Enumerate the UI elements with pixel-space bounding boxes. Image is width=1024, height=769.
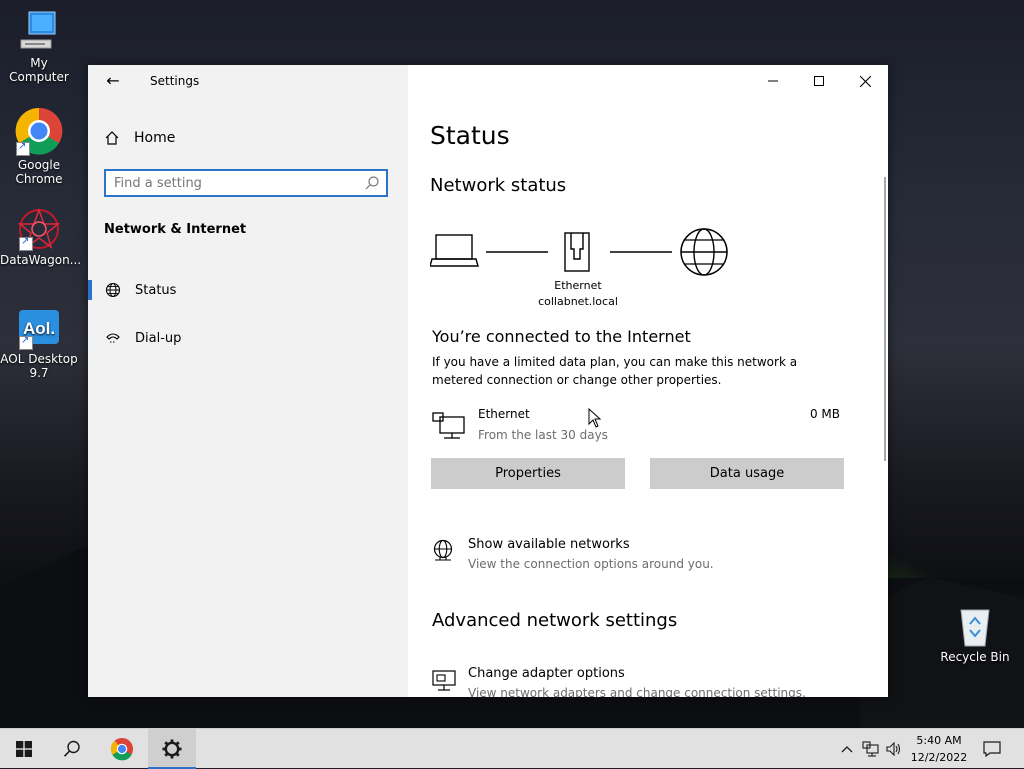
- phone-icon: [106, 333, 120, 343]
- shortcut-arrow-icon: [19, 235, 33, 251]
- page-title: Status: [430, 121, 510, 150]
- close-button[interactable]: [842, 65, 888, 97]
- desktop-icon-label: Recycle Bin: [940, 650, 1010, 664]
- taskbar-clock[interactable]: 5:40 AM 12/2/2022: [902, 732, 976, 766]
- show-networks-subtitle: View the connection options around you.: [468, 557, 714, 571]
- change-adapter-options-title: Change adapter options: [468, 666, 625, 681]
- taskbar-chrome[interactable]: [98, 729, 146, 769]
- minimize-icon: [768, 80, 778, 82]
- adapter-name: Ethernet: [554, 279, 602, 292]
- shortcut-arrow-icon: [16, 140, 30, 156]
- data-usage-button[interactable]: Data usage: [650, 458, 844, 489]
- aol-icon: Aol.: [17, 306, 61, 350]
- laptop-icon: [430, 234, 479, 267]
- settings-window: ← Settings Home Network & Internet: [88, 65, 888, 697]
- adapter-icon: [432, 670, 456, 691]
- network-adapter-icon: [432, 412, 465, 439]
- globe-icon: [680, 228, 728, 276]
- volume-tray-button[interactable]: [884, 729, 904, 769]
- show-networks-link[interactable]: Show available networks View the connect…: [432, 537, 852, 577]
- sidebar-item-label: Dial-up: [135, 330, 182, 346]
- clock-date: 12/2/2022: [910, 751, 968, 764]
- settings-sidebar: ← Settings Home Network & Internet: [88, 65, 408, 697]
- home-label: Home: [134, 130, 176, 146]
- diagram-label: Ethernet collabnet.local: [523, 278, 633, 310]
- desktop-icon-label: My Computer: [9, 56, 69, 84]
- sidebar-section-title: Network & Internet: [104, 222, 247, 237]
- properties-button[interactable]: Properties: [431, 458, 625, 489]
- clock-time: 5:40 AM: [916, 734, 962, 747]
- sidebar-item-label: Status: [135, 282, 177, 298]
- taskbar-settings[interactable]: [148, 729, 196, 769]
- chrome-icon: [110, 737, 134, 761]
- network-icon: [862, 741, 879, 757]
- connected-description: If you have a limited data plan, you can…: [432, 355, 798, 387]
- back-button[interactable]: ←: [101, 69, 125, 93]
- network-tray-button[interactable]: [860, 729, 882, 769]
- shortcut-arrow-icon: [19, 334, 33, 350]
- home-icon: [105, 131, 119, 145]
- minimize-button[interactable]: [750, 65, 796, 97]
- desktop-icon-label: DataWagon...: [0, 253, 82, 267]
- globe-icon: [105, 282, 121, 298]
- ethernet-port-icon: [564, 232, 590, 272]
- mouse-cursor-icon: [588, 408, 602, 428]
- network-name: collabnet.local: [538, 295, 618, 308]
- globe-network-icon: [433, 539, 453, 561]
- notification-icon: [983, 741, 1001, 757]
- back-arrow-icon: ←: [106, 71, 120, 90]
- show-hidden-icons-button[interactable]: [838, 729, 856, 769]
- scrollbar[interactable]: [884, 177, 886, 461]
- connected-heading: You’re connected to the Internet: [432, 327, 691, 346]
- computer-icon: [17, 10, 61, 54]
- speaker-icon: [886, 742, 901, 756]
- desktop-icon-aol-desktop[interactable]: Aol. AOL Desktop 9.7: [0, 306, 78, 380]
- sidebar-item-dial-up[interactable]: Dial-up: [88, 320, 408, 356]
- search-icon[interactable]: [364, 175, 380, 191]
- recycle-bin-icon: [953, 604, 997, 648]
- change-adapter-options-link[interactable]: Change adapter options View network adap…: [432, 666, 852, 697]
- maximize-button[interactable]: [796, 65, 842, 97]
- close-icon: [859, 75, 871, 87]
- show-networks-title: Show available networks: [468, 537, 630, 552]
- connection-usage-row: Ethernet From the last 30 days 0 MB: [432, 407, 852, 447]
- connection-name: Ethernet: [478, 407, 530, 421]
- desktop-icon-label: AOL Desktop 9.7: [0, 352, 78, 380]
- datawagon-icon: [17, 207, 61, 251]
- taskbar-search-button[interactable]: [48, 729, 96, 769]
- sidebar-item-status[interactable]: Status: [88, 272, 408, 308]
- search-input[interactable]: [106, 171, 354, 195]
- desktop-icon-my-computer[interactable]: My Computer: [0, 10, 78, 84]
- search-icon: [63, 740, 80, 757]
- home-link[interactable]: Home: [104, 127, 175, 149]
- change-adapter-options-subtitle: View network adapters and change connect…: [468, 686, 806, 697]
- network-status-title: Network status: [430, 175, 567, 196]
- window-title: Settings: [150, 74, 200, 88]
- chrome-icon: [14, 106, 64, 156]
- desktop-icon-google-chrome[interactable]: Google Chrome: [0, 106, 78, 186]
- start-button[interactable]: [0, 729, 48, 769]
- advanced-settings-title: Advanced network settings: [432, 610, 678, 631]
- taskbar: 5:40 AM 12/2/2022: [0, 728, 1024, 769]
- desktop-icon-datawagon[interactable]: DataWagon...: [0, 207, 82, 267]
- connection-period: From the last 30 days: [478, 428, 608, 442]
- maximize-icon: [814, 76, 824, 86]
- search-box[interactable]: [104, 169, 388, 197]
- desktop-icon-label: Google Chrome: [15, 158, 63, 186]
- chevron-up-icon: [841, 746, 853, 753]
- data-usage-value: 0 MB: [809, 407, 840, 421]
- gear-icon: [162, 739, 182, 759]
- settings-main-pane: Status Network status Ethernet collabnet…: [408, 65, 888, 697]
- action-center-button[interactable]: [978, 729, 1006, 769]
- windows-logo-icon: [16, 741, 32, 757]
- desktop-icon-recycle-bin[interactable]: Recycle Bin: [936, 604, 1014, 664]
